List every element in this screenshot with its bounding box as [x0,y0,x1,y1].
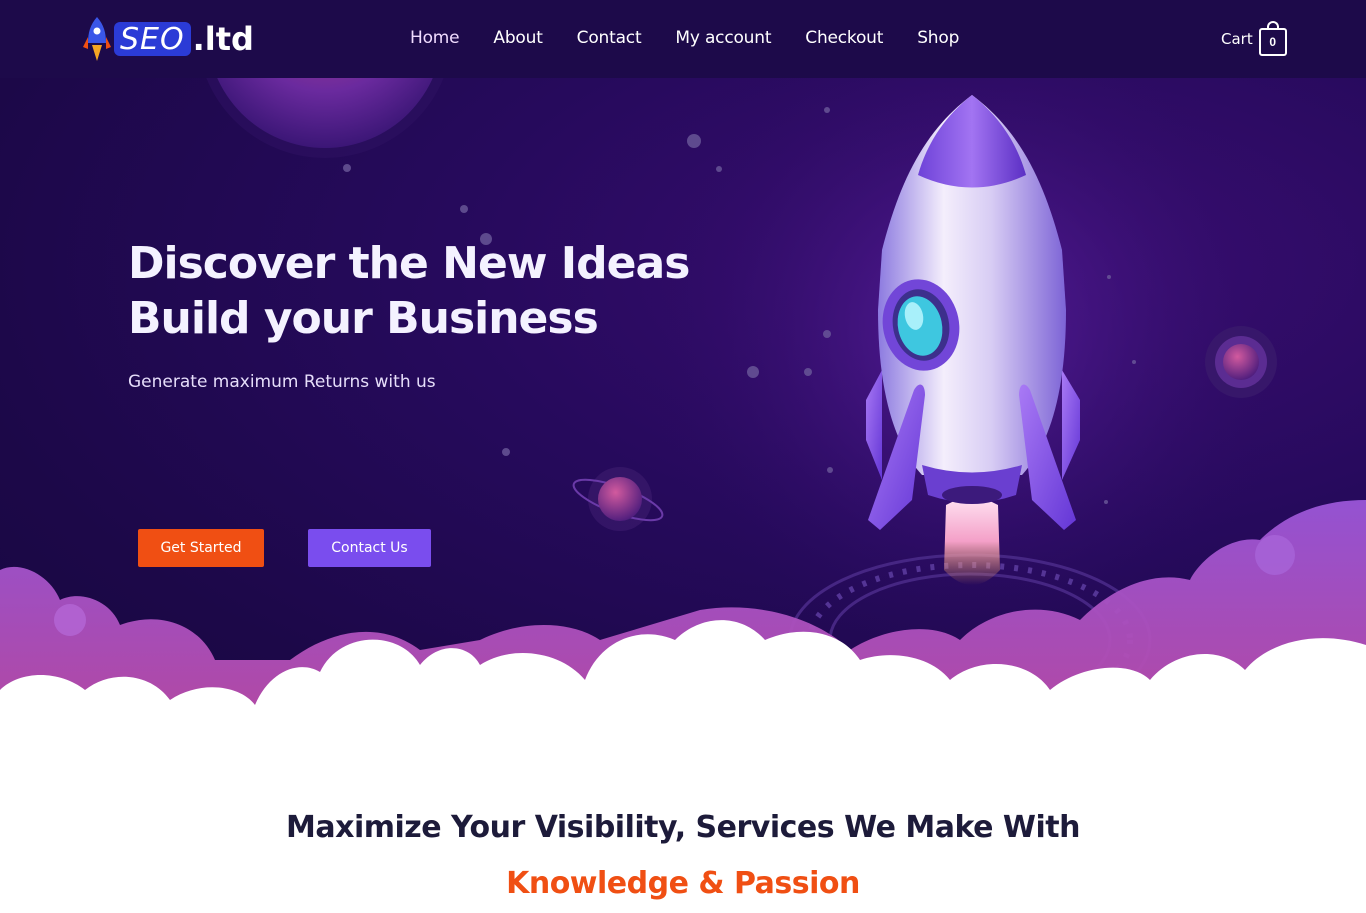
nav-item-contact[interactable]: Contact [577,28,642,48]
nav-item-my-account[interactable]: My account [675,28,771,48]
get-started-button[interactable]: Get Started [138,529,264,567]
logo-suffix: .ltd [192,20,254,58]
cart-count: 0 [1269,35,1277,49]
cart-label: Cart [1221,30,1253,48]
rocket-icon [83,17,111,61]
contact-us-button[interactable]: Contact Us [308,529,431,567]
cart-link[interactable]: Cart 0 [1221,21,1287,56]
site-logo[interactable]: SEO .ltd [82,14,254,64]
shopping-bag-icon: 0 [1258,21,1287,56]
services-accent-heading: Knowledge & Passion [506,866,860,901]
logo-wordmark: SEO [114,22,191,57]
hero-title: Discover the New Ideas Build your Busine… [128,236,728,346]
main-nav: Home About Contact My account Checkout S… [410,28,993,48]
nav-item-checkout[interactable]: Checkout [805,28,883,48]
nav-item-shop[interactable]: Shop [917,28,959,48]
hero-title-line-2: Build your Business [128,293,599,344]
nav-item-home[interactable]: Home [410,28,460,48]
hero-subtitle: Generate maximum Returns with us [128,372,436,392]
services-heading: Maximize Your Visibility, Services We Ma… [286,810,1081,845]
nav-item-about[interactable]: About [493,28,542,48]
site-header: SEO .ltd Home About Contact My account C… [0,0,1366,78]
hero-title-line-1: Discover the New Ideas [128,238,690,289]
